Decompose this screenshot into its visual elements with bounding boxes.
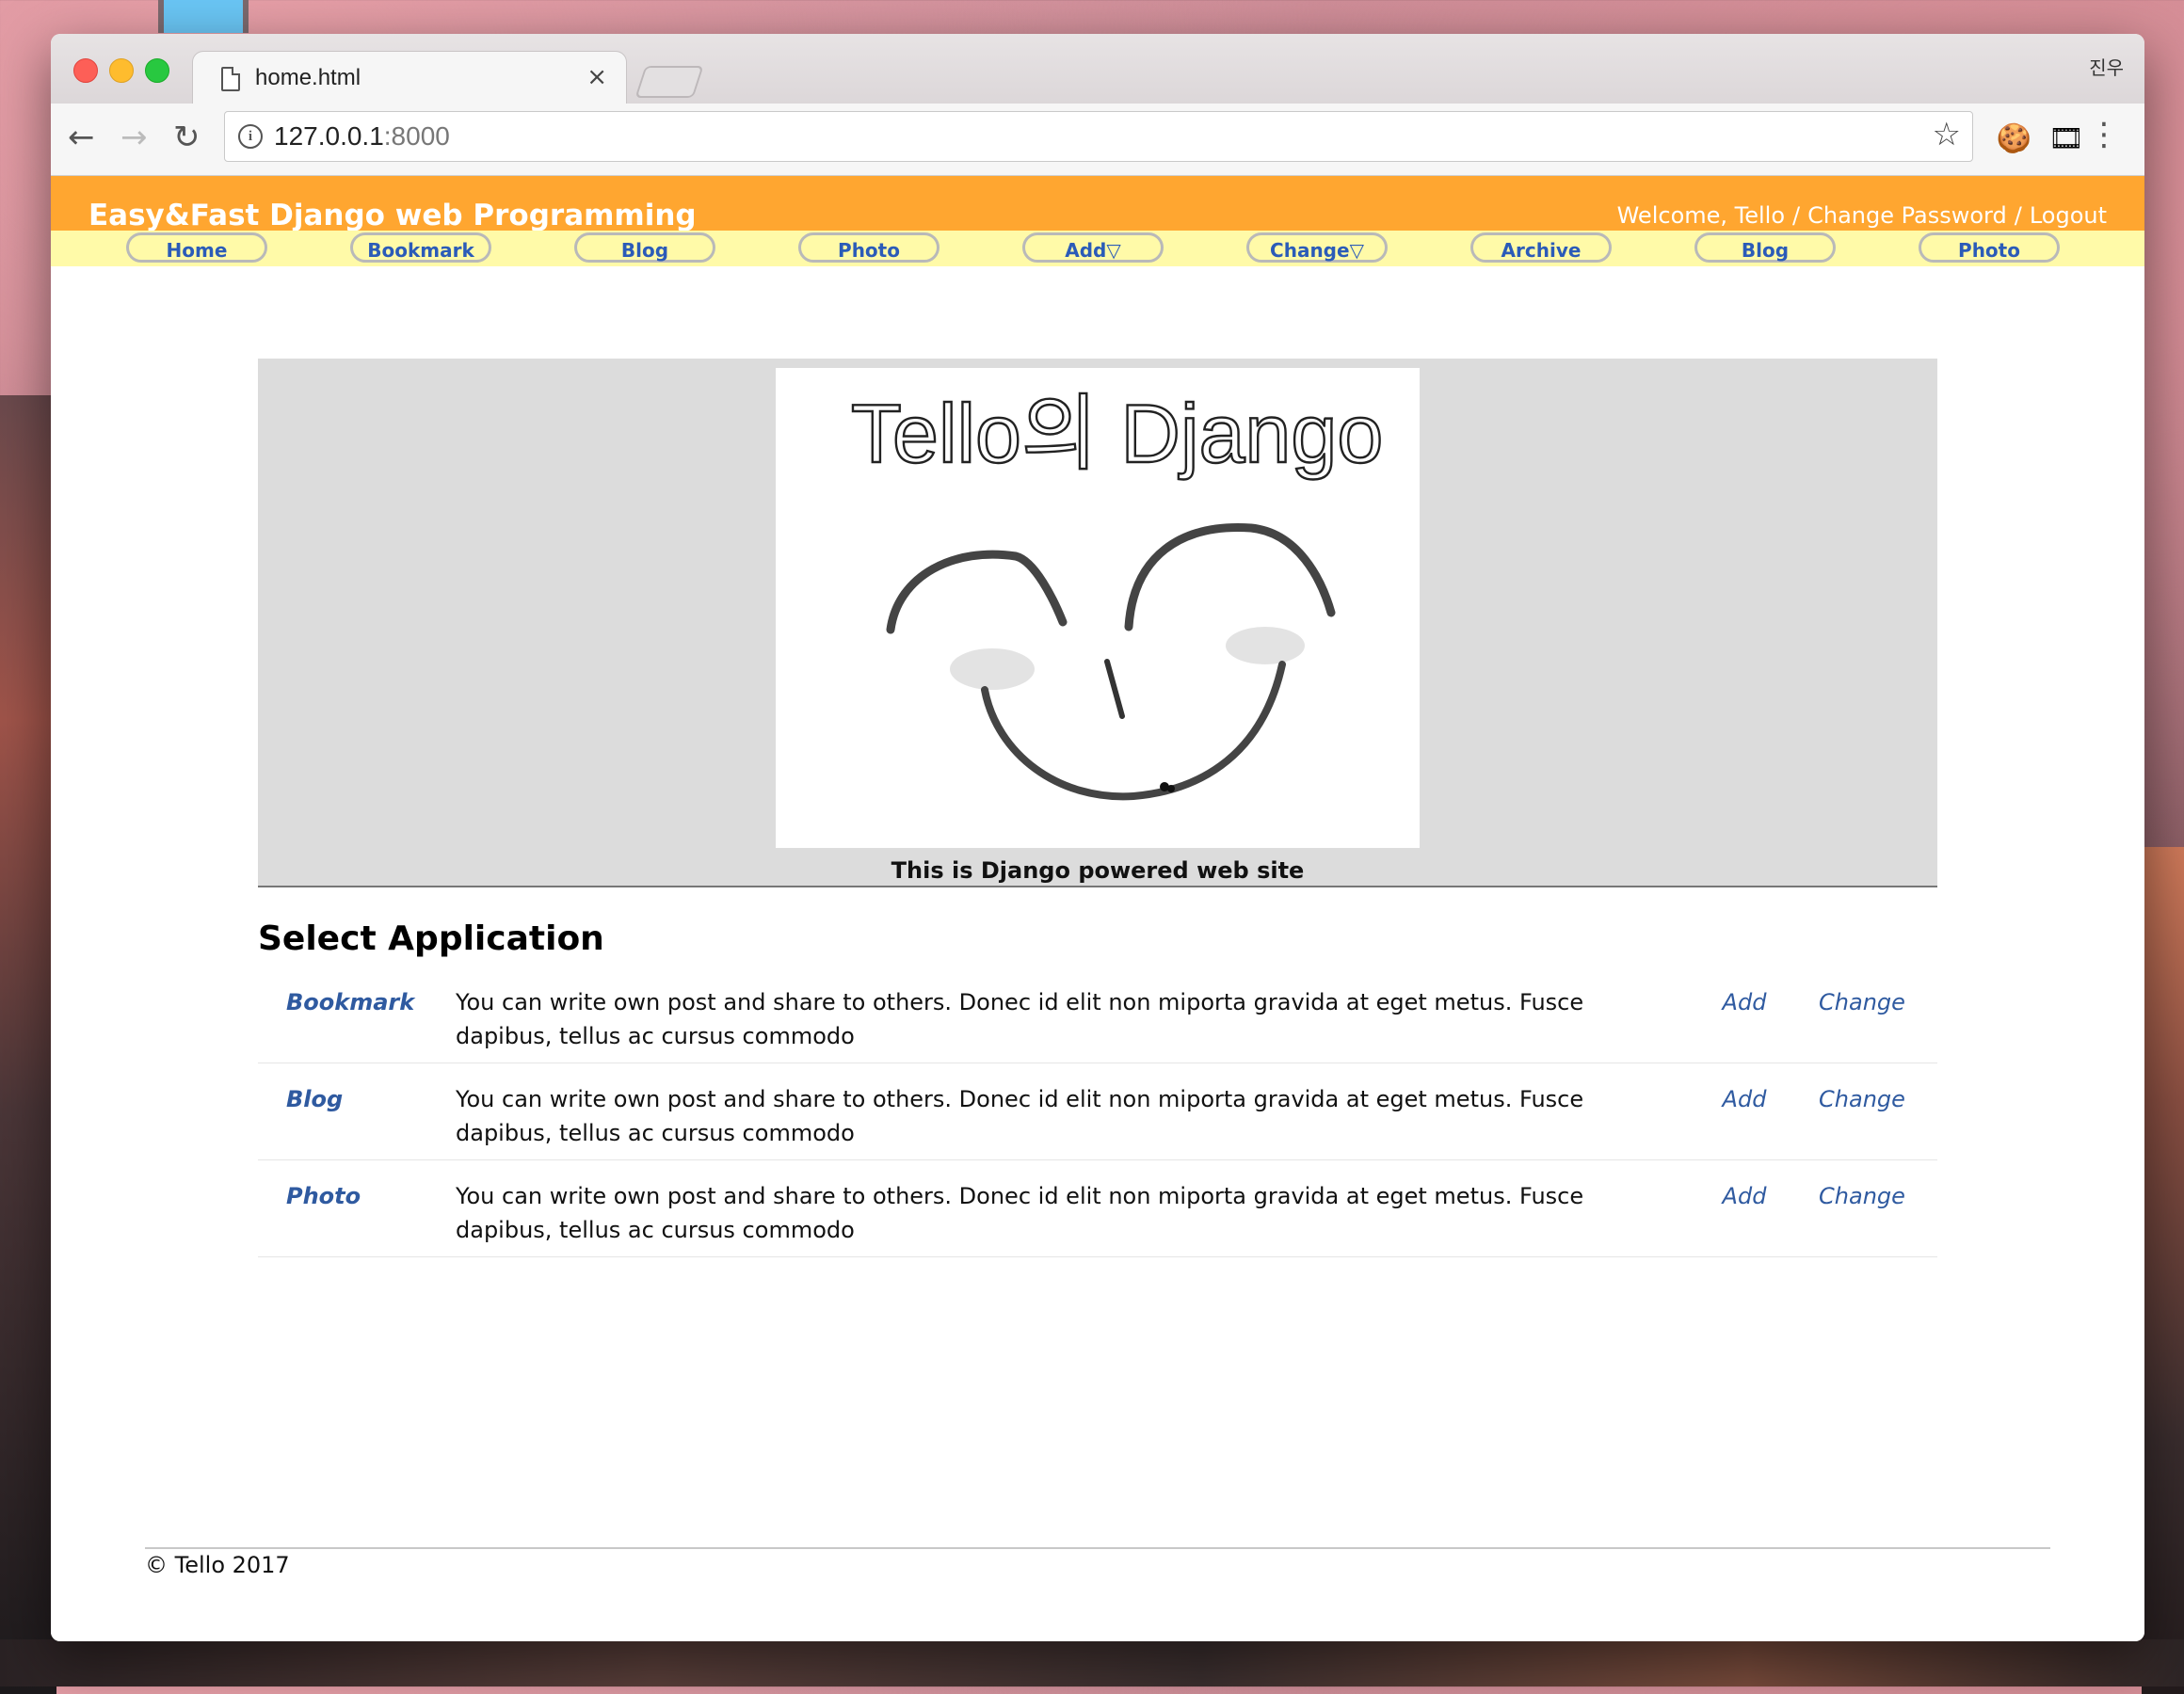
- page-icon: [221, 67, 240, 91]
- minimize-window-button[interactable]: [109, 58, 134, 83]
- web-page: Easy&Fast Django web Programming Welcome…: [51, 176, 2144, 1641]
- new-tab-button[interactable]: [634, 66, 704, 98]
- welcome-text: Welcome, Tello: [1616, 202, 1786, 229]
- nav-blog-2[interactable]: Blog: [1694, 232, 1836, 263]
- change-password-link[interactable]: Change Password: [1807, 202, 2007, 229]
- nav-change-dropdown[interactable]: Change▽: [1246, 232, 1388, 263]
- site-title[interactable]: Easy&Fast Django web Programming: [88, 199, 697, 232]
- film-extension-icon[interactable]: 🎞: [2048, 122, 2084, 155]
- table-row: Blog You can write own post and share to…: [258, 1063, 1937, 1160]
- desktop-wallpaper-right: [2142, 847, 2184, 1694]
- nav-blog[interactable]: Blog: [574, 232, 715, 263]
- reload-icon[interactable]: ↻: [173, 119, 201, 156]
- footer-copyright: © Tello 2017: [145, 1552, 290, 1578]
- hero-caption: This is Django powered web site: [891, 857, 1305, 884]
- nav-photo[interactable]: Photo: [798, 232, 939, 263]
- user-links: Welcome, Tello / Change Password / Logout: [1617, 202, 2107, 229]
- table-row: Bookmark You can write own post and shar…: [258, 967, 1937, 1063]
- add-link[interactable]: Add: [1693, 1159, 1796, 1257]
- desktop-wallpaper-left: [0, 395, 56, 1694]
- section-title: Select Application: [258, 919, 604, 958]
- app-description: You can write own post and share to othe…: [446, 967, 1693, 1063]
- address-bar[interactable]: i 127.0.0.1:8000 ☆: [224, 111, 1973, 162]
- browser-window: home.html × 진우 ← → ↻ i 127.0.0.1:8000 ☆ …: [51, 34, 2144, 1641]
- browser-tab[interactable]: home.html ×: [192, 51, 627, 106]
- drawing-text: Tello의 Django: [851, 387, 1383, 480]
- app-name-bookmark[interactable]: Bookmark: [258, 967, 446, 1063]
- change-link[interactable]: Change: [1796, 1159, 1937, 1257]
- separator: /: [2014, 202, 2022, 229]
- change-link[interactable]: Change: [1796, 967, 1937, 1063]
- url-port: :8000: [383, 121, 450, 151]
- forward-arrow-icon[interactable]: →: [120, 119, 148, 156]
- info-icon[interactable]: i: [238, 124, 263, 149]
- applications-table: Bookmark You can write own post and shar…: [258, 967, 1937, 1257]
- change-link[interactable]: Change: [1796, 1063, 1937, 1160]
- nav-home[interactable]: Home: [126, 232, 267, 263]
- smiley-drawing: Tello의 Django: [850, 386, 1384, 801]
- nav-add-dropdown[interactable]: Add▽: [1022, 232, 1164, 263]
- site-header: Easy&Fast Django web Programming Welcome…: [51, 176, 2144, 232]
- url-host: 127.0.0.1: [274, 121, 384, 151]
- nav-archive[interactable]: Archive: [1470, 232, 1612, 263]
- add-link[interactable]: Add: [1693, 1063, 1796, 1160]
- browser-menu-icon[interactable]: ⋮: [2088, 119, 2120, 151]
- cookie-extension-icon[interactable]: 🍪: [1997, 122, 2031, 155]
- nav-bookmark[interactable]: Bookmark: [350, 232, 491, 263]
- zoom-window-button[interactable]: [145, 58, 169, 83]
- back-arrow-icon[interactable]: ←: [68, 119, 95, 156]
- app-name-photo[interactable]: Photo: [258, 1159, 446, 1257]
- title-bar: home.html × 진우: [51, 34, 2144, 106]
- tab-title: home.html: [255, 65, 361, 90]
- close-window-button[interactable]: [73, 58, 98, 83]
- desktop-wallpaper-bottom: [0, 1639, 2184, 1686]
- tab-close-icon[interactable]: ×: [586, 63, 607, 91]
- nav-photo-2[interactable]: Photo: [1919, 232, 2060, 263]
- desktop-window-fragment: [158, 0, 249, 33]
- app-description: You can write own post and share to othe…: [446, 1159, 1693, 1257]
- bookmark-star-icon[interactable]: ☆: [1933, 116, 1961, 153]
- logout-link[interactable]: Logout: [2030, 202, 2107, 229]
- table-row: Photo You can write own post and share t…: [258, 1159, 1937, 1257]
- browser-toolbar: ← → ↻ i 127.0.0.1:8000 ☆ 🍪 🎞 ⋮: [51, 104, 2144, 176]
- add-link[interactable]: Add: [1693, 967, 1796, 1063]
- url-text[interactable]: 127.0.0.1:8000: [274, 121, 450, 152]
- separator: /: [1792, 202, 1801, 229]
- profile-name[interactable]: 진우: [2089, 53, 2124, 80]
- app-description: You can write own post and share to othe…: [446, 1063, 1693, 1160]
- app-name-blog[interactable]: Blog: [258, 1063, 446, 1160]
- hero-image: Tello의 Django: [776, 368, 1420, 848]
- footer-divider: [145, 1547, 2050, 1549]
- hero-banner: Tello의 Django This is Django powered web…: [258, 359, 1937, 887]
- nav-bar: Home Bookmark Blog Photo Add▽ Change▽ Ar…: [51, 231, 2144, 266]
